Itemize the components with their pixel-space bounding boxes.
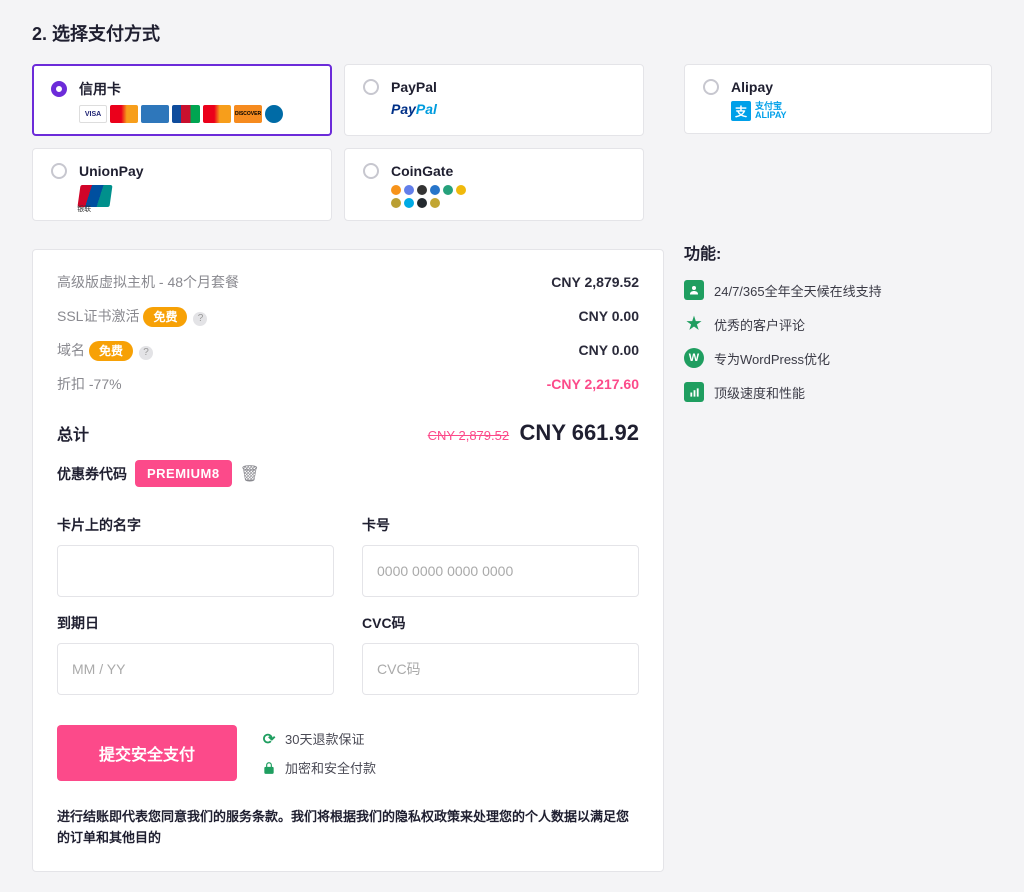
expiry-label: 到期日	[57, 613, 334, 633]
payment-methods-grid: 信用卡 VISA DISCOVER PayPal	[32, 64, 664, 221]
wordpress-icon: W	[684, 348, 704, 368]
pay-label: Alipay	[731, 79, 773, 95]
star-icon: ★	[684, 314, 704, 334]
pay-label: PayPal	[391, 79, 437, 95]
jcb-icon	[172, 105, 200, 123]
expiry-input[interactable]	[57, 643, 334, 695]
cvc-input[interactable]	[362, 643, 639, 695]
radio-icon	[363, 163, 379, 179]
card-number-input[interactable]	[362, 545, 639, 597]
free-badge: 免费	[143, 307, 187, 327]
info-icon[interactable]: ?	[139, 346, 153, 360]
card-name-input[interactable]	[57, 545, 334, 597]
lock-icon	[261, 760, 277, 776]
cvc-label: CVC码	[362, 613, 639, 633]
features-title: 功能:	[684, 240, 992, 264]
pay-option-alipay[interactable]: Alipay 支 支付宝 ALIPAY	[684, 64, 992, 134]
secure-text: 加密和安全付款	[285, 758, 376, 777]
plan-price: CNY 2,879.52	[551, 274, 639, 290]
radio-icon	[703, 79, 719, 95]
amex-icon	[141, 105, 169, 123]
coupon-label: 优惠券代码	[57, 464, 127, 484]
pay-label: 信用卡	[79, 79, 121, 99]
card-number-label: 卡号	[362, 515, 639, 535]
section-title: 2. 选择支付方式	[32, 20, 992, 46]
feature-text: 24/7/365全年全天候在线支持	[714, 281, 882, 300]
trash-icon[interactable]: 🗑	[240, 464, 260, 484]
domain-label: 域名免费?	[57, 340, 153, 360]
radio-icon	[51, 81, 67, 97]
mastercard-icon	[110, 105, 138, 123]
diners-icon	[265, 105, 283, 123]
submit-button[interactable]: 提交安全支付	[57, 725, 237, 781]
feature-text: 优秀的客户评论	[714, 315, 805, 334]
coupon-code-badge: PREMIUM8	[135, 460, 232, 487]
pay-label: CoinGate	[391, 163, 453, 179]
info-icon[interactable]: ?	[193, 312, 207, 326]
visa-icon: VISA	[79, 105, 107, 123]
chart-icon	[684, 382, 704, 402]
pay-option-paypal[interactable]: PayPal PayPal	[344, 64, 644, 136]
feature-text: 专为WordPress优化	[714, 349, 830, 368]
discount-label: 折扣 -77%	[57, 374, 122, 394]
alipay-icon: 支 支付宝 ALIPAY	[731, 101, 787, 121]
radio-icon	[363, 79, 379, 95]
free-badge: 免费	[89, 341, 133, 361]
discover-icon: DISCOVER	[234, 105, 262, 123]
refund-text: 30天退款保证	[285, 729, 364, 748]
disclaimer-text: 进行结账即代表您同意我们的服务条款。我们将根据我们的隐私权政策来处理您的个人数据…	[57, 807, 639, 849]
radio-icon	[51, 163, 67, 179]
ssl-price: CNY 0.00	[579, 308, 639, 324]
features-list: 24/7/365全年全天候在线支持 ★ 优秀的客户评论 W 专为WordPres…	[684, 280, 992, 416]
maestro-icon	[203, 105, 231, 123]
order-summary-card: 高级版虚拟主机 - 48个月套餐 CNY 2,879.52 SSL证书激活免费?…	[32, 249, 664, 872]
feature-text: 顶级速度和性能	[714, 383, 805, 402]
paypal-icon: PayPal	[391, 101, 437, 117]
new-total: CNY 661.92	[520, 420, 639, 445]
card-name-label: 卡片上的名字	[57, 515, 334, 535]
unionpay-icon: 银联	[77, 185, 112, 207]
card-logos: VISA DISCOVER	[51, 105, 313, 123]
pay-option-unionpay[interactable]: UnionPay 银联	[32, 148, 332, 221]
plan-label: 高级版虚拟主机 - 48个月套餐	[57, 272, 239, 292]
pay-option-credit-card[interactable]: 信用卡 VISA DISCOVER	[32, 64, 332, 136]
discount-price: -CNY 2,217.60	[547, 376, 639, 392]
person-icon	[684, 280, 704, 300]
refresh-icon: ⟳	[261, 731, 277, 747]
ssl-label: SSL证书激活免费?	[57, 306, 207, 326]
domain-price: CNY 0.00	[579, 342, 639, 358]
old-total: CNY 2,879.52	[428, 428, 509, 443]
crypto-icons	[391, 185, 471, 208]
pay-option-coingate[interactable]: CoinGate	[344, 148, 644, 221]
total-label: 总计	[57, 421, 89, 445]
pay-label: UnionPay	[79, 163, 144, 179]
